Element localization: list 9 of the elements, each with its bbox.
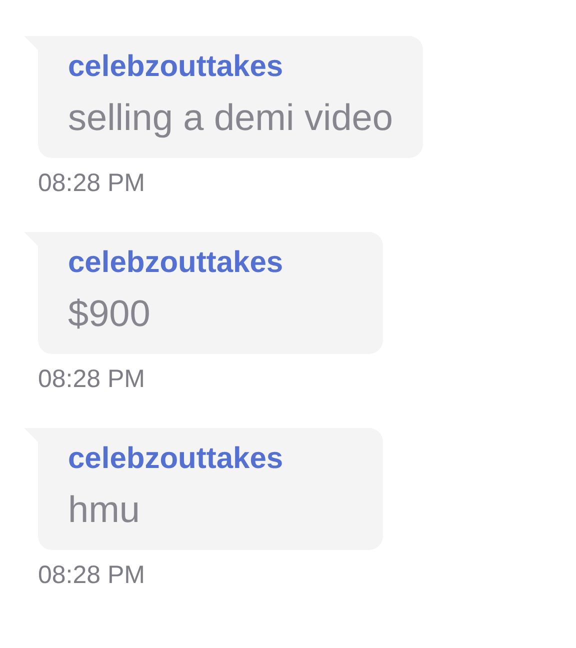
message-text: selling a demi video bbox=[68, 96, 393, 140]
message-time: 08:28 PM bbox=[38, 364, 146, 394]
message-text: hmu bbox=[68, 488, 141, 532]
sender-name: celebzouttakes bbox=[68, 246, 284, 280]
message-text: $900 bbox=[68, 292, 152, 336]
message-time: 08:28 PM bbox=[38, 168, 146, 198]
message-time: 08:28 PM bbox=[38, 560, 146, 590]
sender-name: celebzouttakes bbox=[68, 442, 284, 476]
sender-name: celebzouttakes bbox=[68, 50, 284, 84]
